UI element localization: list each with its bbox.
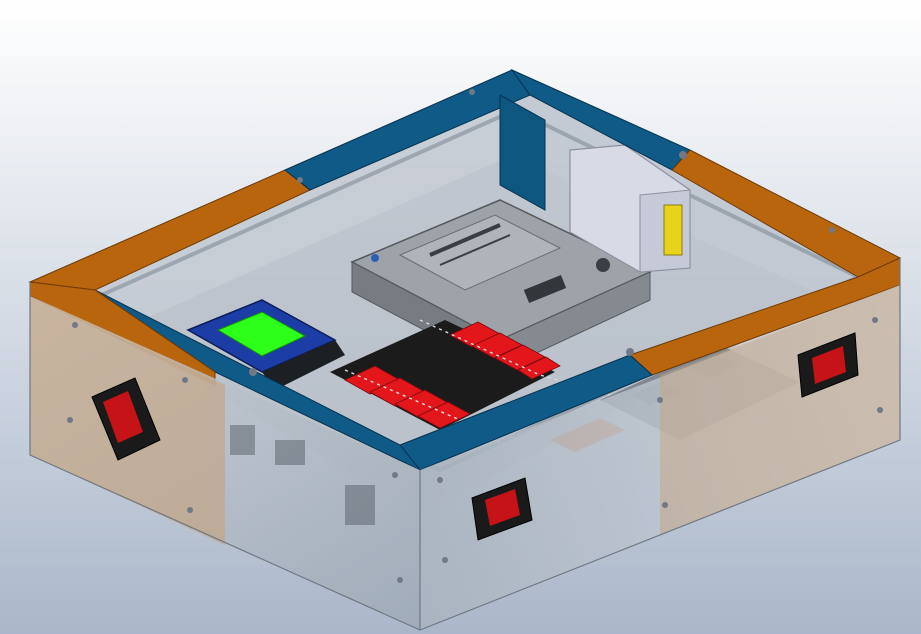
- cad-viewport[interactable]: [0, 0, 921, 634]
- enclosure-render: [0, 0, 921, 634]
